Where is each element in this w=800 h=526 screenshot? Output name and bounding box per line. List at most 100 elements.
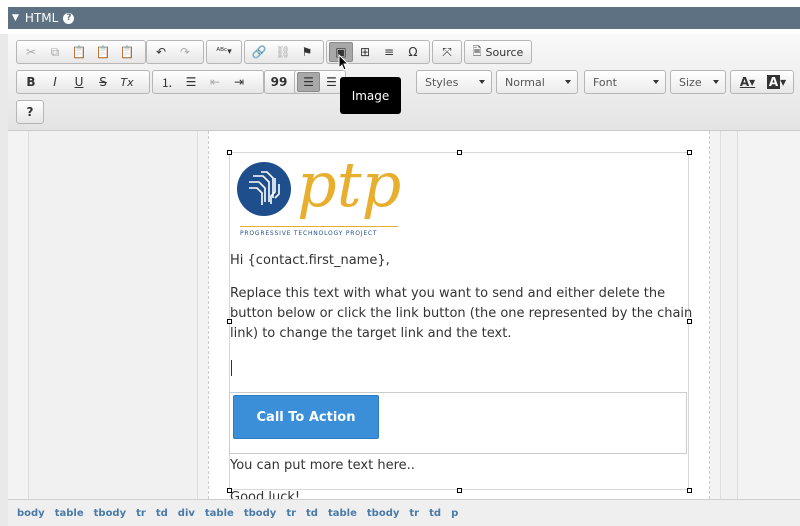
breadcrumb-tbody[interactable]: tbody [367, 508, 400, 519]
breadcrumb-tbody[interactable]: tbody [94, 508, 127, 519]
resize-handle[interactable] [227, 150, 232, 155]
align-group: ☰ ☰ [294, 70, 346, 94]
breadcrumb-body[interactable]: body [17, 508, 45, 519]
paste-icon[interactable]: 📋 [67, 42, 91, 62]
image-tooltip: Image [340, 77, 401, 114]
left-column [28, 131, 198, 499]
color-group: A ▾ A ▾ [730, 70, 794, 94]
breadcrumb-td[interactable]: td [429, 508, 441, 519]
link-icon[interactable]: 🔗 [247, 42, 271, 62]
source-icon: 🗎 [472, 44, 482, 58]
greeting-text: Hi {contact.first_name}, [230, 253, 390, 268]
resize-handle[interactable] [687, 319, 692, 324]
maximize-group: ⤧ [432, 40, 462, 64]
basic-styles-group: B I U S Tx [16, 70, 150, 94]
breadcrumb-tr[interactable]: tr [409, 508, 419, 519]
link-group: 🔗 ⛓ ⚑ [244, 40, 324, 64]
chevron-down-icon [713, 80, 719, 84]
chevron-down-icon[interactable]: ▼ [12, 13, 19, 23]
align-left-icon[interactable]: ☰ [297, 72, 321, 92]
numbered-list-icon[interactable]: ⒈ [155, 72, 179, 92]
italic-button[interactable]: I [43, 72, 67, 92]
breadcrumb-tr[interactable]: tr [136, 508, 146, 519]
cut-icon[interactable]: ✂ [19, 42, 43, 62]
anchor-icon[interactable]: ⚑ [295, 42, 319, 62]
copy-icon[interactable]: ⧉ [43, 42, 67, 62]
size-label: Size [679, 75, 702, 89]
format-label: Normal [505, 75, 545, 89]
chevron-down-icon [565, 80, 571, 84]
source-button[interactable]: 🗎 Source [467, 42, 529, 62]
format-dropdown[interactable]: Normal [496, 70, 578, 94]
resize-handle[interactable] [227, 488, 232, 493]
size-dropdown[interactable]: Size [670, 70, 726, 94]
text-color-label: A [739, 75, 750, 89]
bold-button[interactable]: B [19, 72, 43, 92]
editor-header: ▼ HTML ? [0, 0, 800, 34]
logo-text: ptp [297, 148, 402, 221]
chevron-down-icon [479, 80, 485, 84]
signoff-text: Good luck! [230, 490, 301, 499]
horizontal-rule-icon[interactable]: ≡ [377, 42, 401, 62]
ptp-logo[interactable]: ptp PROGRESSIVE TECHNOLOGY PROJECT [235, 154, 405, 242]
font-dropdown[interactable]: Font [584, 70, 666, 94]
breadcrumb-table[interactable]: table [55, 508, 84, 519]
paste-text-icon[interactable]: 📋 [91, 42, 115, 62]
html-section-bar[interactable]: ▼ HTML ? [8, 7, 800, 29]
breadcrumb-div[interactable]: div [178, 508, 195, 519]
spellcheck-group: ᴬᴮᶜ▾ [206, 40, 242, 64]
right-column [720, 131, 738, 499]
font-label: Font [593, 75, 617, 89]
breadcrumb-tbody[interactable]: tbody [244, 508, 277, 519]
breadcrumb-table[interactable]: table [328, 508, 357, 519]
blockquote-button[interactable]: 99 [267, 72, 291, 92]
undo-icon[interactable]: ↶ [149, 42, 173, 62]
more-text: You can put more text here.. [230, 458, 415, 473]
bg-color-label: A [766, 75, 781, 89]
resize-handle[interactable] [687, 150, 692, 155]
special-char-icon[interactable]: Ω [401, 42, 425, 62]
resize-handle[interactable] [457, 150, 462, 155]
strikethrough-button[interactable]: S [91, 72, 115, 92]
bg-color-button[interactable]: A ▾ [762, 72, 791, 92]
editor-toolbar: ✂ ⧉ 📋 📋 📋 ↶ ↷ ᴬᴮᶜ▾ 🔗 ⛓ ⚑ ▣ ⊞ ≡ Ω ⤧ 🗎 Sou… [8, 34, 800, 131]
logo-circuit-icon [237, 162, 291, 216]
maximize-icon[interactable]: ⤧ [435, 42, 459, 62]
help-icon[interactable]: ? [63, 12, 75, 24]
styles-dropdown[interactable]: Styles [416, 70, 492, 94]
redo-icon[interactable]: ↷ [173, 42, 197, 62]
source-label: Source [485, 45, 524, 59]
spellcheck-icon[interactable]: ᴬᴮᶜ▾ [209, 42, 239, 62]
section-title: HTML [24, 11, 59, 25]
breadcrumb-p[interactable]: p [451, 508, 458, 519]
indent-icon[interactable]: ⇥ [227, 72, 251, 92]
breadcrumb-table[interactable]: table [205, 508, 234, 519]
help-group: ? [16, 100, 44, 124]
mouse-cursor-icon [338, 54, 350, 71]
body-line-3: link) to change the target link and the … [230, 326, 512, 341]
bulleted-list-icon[interactable]: ☰ [179, 72, 203, 92]
text-caret [231, 360, 232, 376]
list-group: ⒈ ☰ ⇤ ⇥ [152, 70, 264, 94]
paste-word-icon[interactable]: 📋 [115, 42, 139, 62]
breadcrumb-td[interactable]: td [306, 508, 318, 519]
call-to-action-button[interactable]: Call To Action [233, 395, 379, 439]
text-color-button[interactable]: A ▾ [733, 72, 762, 92]
chevron-down-icon [653, 80, 659, 84]
element-path-bar: body table tbody tr td div table tbody tr td table… [8, 499, 800, 526]
table-icon[interactable]: ⊞ [353, 42, 377, 62]
remove-format-button[interactable]: Tx [115, 72, 139, 92]
outdent-icon[interactable]: ⇤ [203, 72, 227, 92]
resize-handle[interactable] [227, 319, 232, 324]
styles-label: Styles [425, 75, 459, 89]
breadcrumb-td[interactable]: td [156, 508, 168, 519]
undo-group: ↶ ↷ [146, 40, 204, 64]
help-button[interactable]: ? [19, 102, 41, 122]
body-line-2: button below or click the link button (t… [230, 306, 693, 321]
resize-handle[interactable] [687, 488, 692, 493]
resize-handle[interactable] [457, 488, 462, 493]
clipboard-group: ✂ ⧉ 📋 📋 📋 [16, 40, 146, 64]
unlink-icon[interactable]: ⛓ [271, 42, 295, 62]
underline-button[interactable]: U [67, 72, 91, 92]
breadcrumb-tr[interactable]: tr [286, 508, 296, 519]
